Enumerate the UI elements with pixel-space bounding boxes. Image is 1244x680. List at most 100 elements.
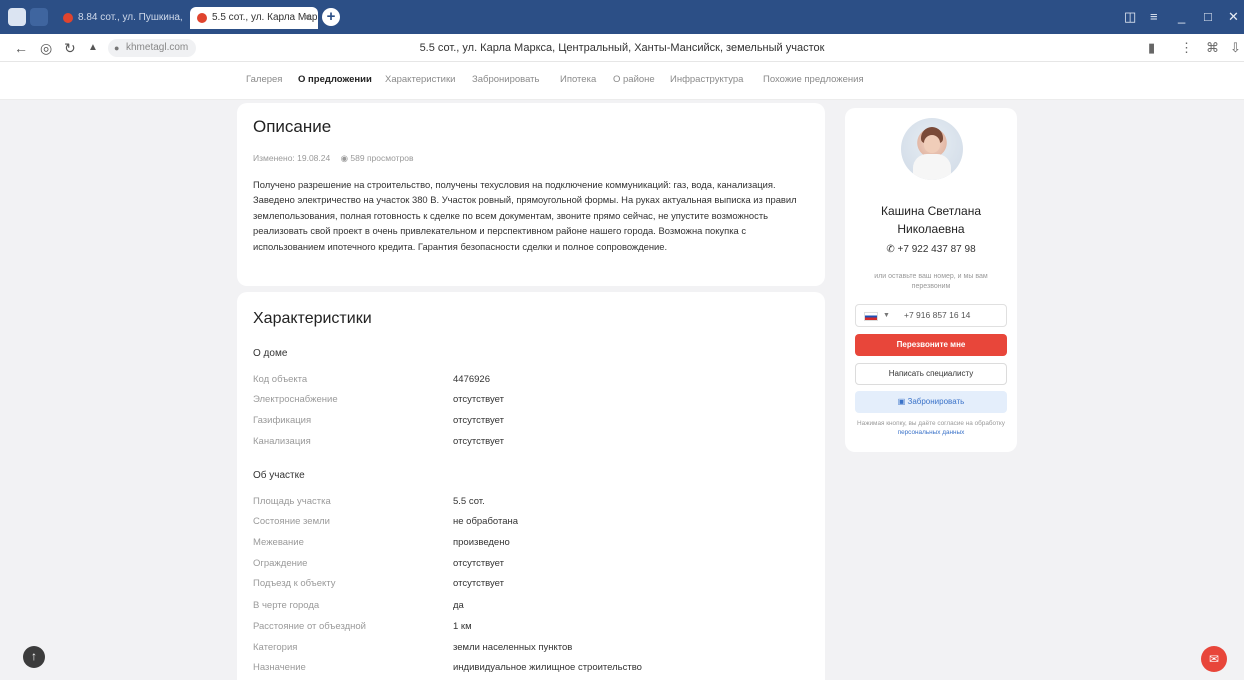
table-row: Ограждение отсутствует (253, 558, 813, 576)
avatar-face (924, 135, 940, 153)
book-button-label: Забронировать (907, 397, 965, 406)
nav-characteristics[interactable]: Характеристики (385, 74, 455, 85)
nav-gallery[interactable]: Галерея (246, 74, 282, 85)
callback-button[interactable]: Перезвоните мне (855, 334, 1007, 356)
secure-icon: ● (114, 43, 120, 53)
site-favicon-icon (197, 13, 207, 23)
download-icon[interactable]: ⇩ (1230, 40, 1241, 56)
book-button[interactable]: ▣ Забронировать (855, 391, 1007, 413)
menu-icon[interactable]: ≡ (1150, 8, 1158, 26)
changed-date: Изменено: 19.08.24 (253, 153, 331, 163)
phone-field[interactable]: ▼ +7 916 857 16 14 (855, 304, 1007, 327)
chat-button[interactable]: ✉ (1201, 646, 1227, 672)
row-value: отсутствует (453, 415, 504, 426)
nav-infrastructure[interactable]: Инфраструктура (670, 74, 743, 85)
lock-icon: ▣ (897, 397, 906, 406)
agent-name: Кашина Светлана Николаевна (845, 202, 1017, 238)
close-window-icon[interactable]: ✕ (1228, 8, 1239, 26)
write-specialist-button[interactable]: Написать специалисту (855, 363, 1007, 385)
row-value: отсутствует (453, 578, 504, 589)
chevron-down-icon[interactable]: ▼ (883, 305, 890, 326)
table-row: Электроснабжение отсутствует (253, 394, 813, 412)
row-key: Газификация (253, 415, 312, 426)
more-icon[interactable]: ⋮ (1180, 40, 1193, 56)
browser-tab-1[interactable]: 8.84 сот., ул. Пушкина, Ц (56, 7, 184, 29)
table-row: В черте города да (253, 600, 813, 618)
row-key: Площадь участка (253, 496, 331, 507)
row-value: да (453, 600, 464, 611)
phone-field-value: +7 916 857 16 14 (904, 310, 971, 320)
back-icon[interactable]: ← (14, 39, 28, 57)
scroll-up-button[interactable]: ↑ (23, 646, 45, 668)
row-value: произведено (453, 537, 510, 548)
browser-tab-bar: 8.84 сот., ул. Пушкина, Ц 5.5 сот., ул. … (0, 0, 1244, 34)
reload-icon[interactable]: ↻ (64, 39, 76, 57)
nav-similar[interactable]: Похожие предложения (763, 74, 864, 85)
row-key: Код объекта (253, 374, 308, 385)
bookmarks-icon[interactable]: ◫ (1124, 8, 1136, 26)
table-row: Площадь участка 5.5 сот. (253, 496, 813, 514)
address-bar: ← ◎ ↻ ▲ ● khmetagl.com 5.5 сот., ул. Кар… (0, 34, 1244, 62)
agent-phone[interactable]: ✆ +7 922 437 87 98 (845, 244, 1017, 255)
table-row: Расстояние от объездной 1 км (253, 621, 813, 639)
row-value: 1 км (453, 621, 472, 632)
table-row: Назначение индивидуальное жилищное строит… (253, 662, 813, 680)
plot-section-title: Об участке (253, 470, 305, 481)
nav-about-offer[interactable]: О предложении (298, 74, 372, 85)
nav-district[interactable]: О районе (613, 74, 655, 85)
table-row: Межевание произведено (253, 537, 813, 555)
row-value: отсутствует (453, 436, 504, 447)
url-text: khmetagl.com (126, 42, 189, 53)
table-row: Канализация отсутствует (253, 436, 813, 454)
account-icon[interactable]: ◎ (40, 39, 52, 57)
row-value: отсутствует (453, 558, 504, 569)
row-key: Ограждение (253, 558, 308, 569)
avatar (901, 118, 963, 180)
row-value: 4476926 (453, 374, 490, 385)
agent-name-line2: Николаевна (897, 222, 965, 236)
browser-menu-icon[interactable] (8, 8, 26, 26)
consent-text: Нажимая кнопку, вы даёте согласие на обр… (853, 419, 1009, 437)
nav-mortgage[interactable]: Ипотека (560, 74, 596, 85)
house-section-title: О доме (253, 348, 288, 359)
minimize-icon[interactable]: _ (1178, 8, 1185, 26)
description-heading: Описание (253, 117, 332, 136)
phone-icon: ✆ (886, 244, 895, 255)
table-row: Состояние земли не обработана (253, 516, 813, 534)
description-card: Описание Изменено: 19.08.24 ◉ 589 просмо… (237, 103, 825, 286)
maximize-icon[interactable]: □ (1204, 8, 1212, 26)
row-value: не обработана (453, 516, 519, 527)
nav-book[interactable]: Забронировать (472, 74, 539, 85)
personal-data-link[interactable]: персональных данных (898, 429, 965, 436)
row-key: Межевание (253, 537, 304, 548)
extensions-icon[interactable]: ⌘ (1206, 40, 1219, 56)
browser-tab-2[interactable]: 5.5 сот., ул. Карла Мар... ✕ (190, 7, 318, 29)
row-value: индивидуальное жилищное строительство (453, 662, 642, 673)
agent-name-line1: Кашина Светлана (880, 204, 982, 218)
row-key: Подъезд к объекту (253, 578, 336, 589)
site-nav: Галерея О предложении Характеристики Заб… (0, 62, 1244, 100)
characteristics-card: Характеристики О доме Код объекта 4476926… (237, 292, 825, 680)
close-tab-icon[interactable]: ✕ (303, 7, 312, 29)
description-meta: Изменено: 19.08.24 ◉ 589 просмотров (253, 153, 414, 164)
site-favicon-icon (63, 13, 73, 23)
characteristics-heading: Характеристики (253, 310, 372, 327)
eye-icon: ◉ (340, 153, 349, 163)
tab-list-icon[interactable] (30, 8, 48, 26)
russia-flag-icon[interactable] (864, 312, 878, 321)
row-key: Назначение (253, 662, 306, 673)
bookmark-icon[interactable]: ▮ (1148, 40, 1155, 56)
consent-prefix: Нажимая кнопку, вы даёте согласие на обр… (857, 420, 1005, 427)
table-row: Подъезд к объекту отсутствует (253, 578, 813, 596)
url-field[interactable]: ● khmetagl.com (108, 39, 196, 57)
table-row: Код объекта 4476926 (253, 374, 813, 392)
table-row: Газификация отсутствует (253, 415, 813, 433)
new-tab-button[interactable]: + (322, 8, 340, 26)
page-title: 5.5 сот., ул. Карла Маркса, Центральный,… (419, 42, 825, 54)
agent-card: Кашина Светлана Николаевна ✆ +7 922 437 … (845, 108, 1017, 452)
row-key: Расстояние от объездной (253, 621, 366, 632)
row-key: Категория (253, 642, 298, 653)
description-text: Получено разрешение на строительство, по… (253, 179, 797, 252)
row-key: В черте города (253, 600, 320, 611)
row-value: отсутствует (453, 394, 504, 405)
